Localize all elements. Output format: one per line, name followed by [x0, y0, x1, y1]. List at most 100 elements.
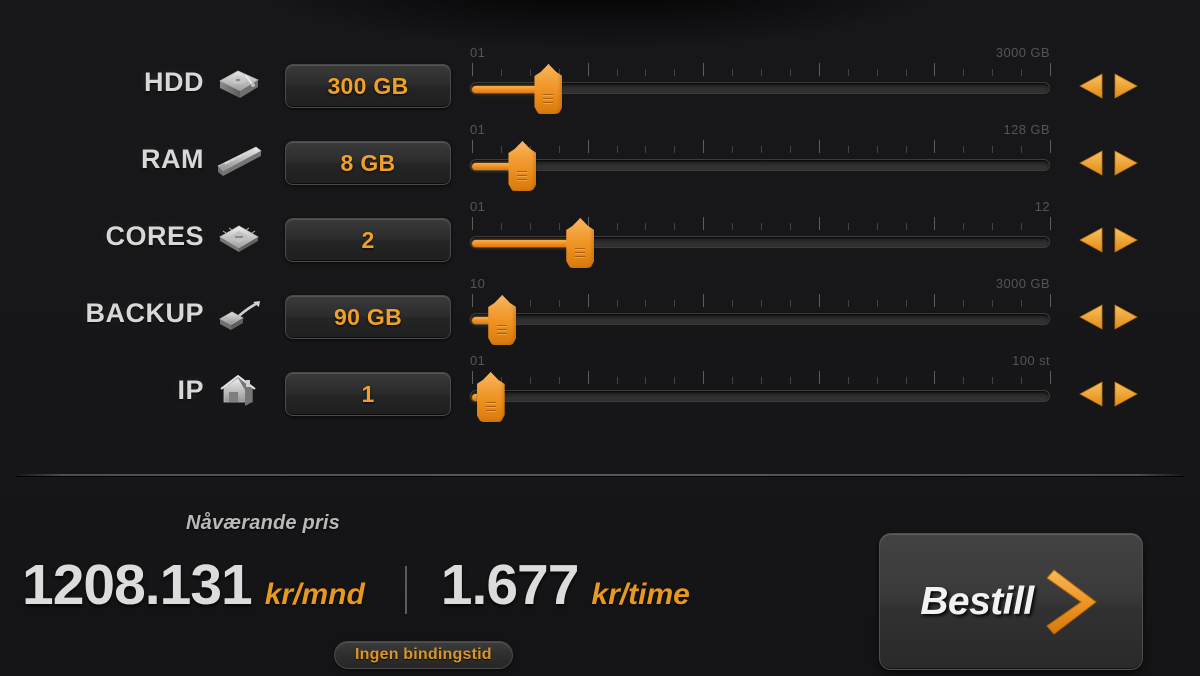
slider-handle-grip: [575, 248, 586, 260]
slider-tick: [645, 223, 647, 230]
slider-tick: [963, 146, 965, 153]
config-value-text: 8 GB: [340, 149, 396, 176]
slider-tick: [674, 69, 676, 76]
slider-tick: [558, 223, 560, 230]
slider-tick: [761, 146, 762, 153]
config-value-box-cores[interactable]: 2: [285, 218, 451, 262]
arrow-left-icon[interactable]: [1078, 378, 1106, 410]
price-summary: 1208.131 kr/mnd 1.677 kr/time: [22, 552, 822, 628]
slider-tick: [905, 146, 907, 153]
slider-handle-grip: [497, 325, 508, 337]
slider-tick: [847, 223, 849, 230]
arrow-right-icon[interactable]: [1111, 70, 1139, 102]
slider-tick: [992, 300, 994, 307]
config-row-label-group: BACKUP: [0, 275, 270, 352]
slider-tick: [674, 223, 676, 230]
slider-tick: [1021, 69, 1023, 76]
arrow-right-icon[interactable]: [1111, 378, 1139, 410]
config-row-label-group: HDD: [0, 44, 270, 121]
slider-tick: [732, 223, 734, 230]
price-hourly-unit: kr/time: [591, 578, 690, 611]
config-row-label: RAM: [141, 144, 204, 174]
slider-tick: [876, 69, 878, 76]
config-value-box-hdd[interactable]: 300 GB: [285, 64, 451, 108]
arrow-left-icon[interactable]: [1078, 147, 1106, 179]
slider-track[interactable]: [470, 313, 1050, 325]
slider-tick-marks: [472, 371, 1051, 384]
no-binding-badge: Ingen bindingstid: [334, 641, 513, 669]
config-row-hdd: HDD 300 GB 01 3000 GB: [0, 44, 1200, 121]
slider-tick: [558, 300, 560, 307]
section-divider: [16, 474, 1184, 476]
stepper-arrows: [1078, 222, 1144, 258]
slider-scale-min: 01: [470, 45, 486, 60]
slider-handle[interactable]: [476, 372, 505, 422]
slider-tick: [847, 146, 849, 153]
slider-scale-max: 12: [1034, 199, 1050, 214]
slider-tick-marks: [472, 217, 1051, 230]
slider-track[interactable]: [470, 159, 1050, 171]
slider-tick: [847, 69, 849, 76]
slider-tick: [472, 294, 473, 307]
arrow-left-icon[interactable]: [1078, 301, 1106, 333]
slider-tick: [818, 371, 820, 384]
slider-tick: [472, 140, 473, 153]
server-configurator: HDD 300 GB 01 3000 GB RAM 8 GB 01 128 GB…: [0, 0, 1200, 676]
slider-tick: [818, 63, 820, 76]
slider-track[interactable]: [470, 390, 1050, 402]
slider-tick: [732, 377, 734, 384]
config-value-box-ram[interactable]: 8 GB: [285, 141, 451, 185]
slider-tick: [789, 223, 791, 230]
slider-tick: [761, 69, 762, 76]
slider-tick: [847, 300, 849, 307]
slider-tick-marks: [472, 140, 1051, 153]
slider-backup: 10 3000 GB: [470, 275, 1056, 352]
price-monthly-unit: kr/mnd: [264, 578, 365, 611]
slider-cores: 01 12: [470, 198, 1056, 275]
chevron-right-icon: [1046, 566, 1102, 638]
config-rows: HDD 300 GB 01 3000 GB RAM 8 GB 01 128 GB…: [0, 44, 1200, 429]
slider-handle[interactable]: [534, 64, 563, 114]
slider-tick: [992, 146, 994, 153]
slider-fill: [472, 163, 513, 170]
memory-module-icon: [216, 139, 262, 181]
slider-tick: [529, 300, 531, 307]
slider-handle[interactable]: [566, 218, 595, 268]
order-button[interactable]: Bestill: [879, 533, 1143, 670]
slider-tick: [558, 377, 560, 384]
slider-ram: 01 128 GB: [470, 121, 1056, 198]
slider-tick: [1021, 300, 1023, 307]
config-value-text: 90 GB: [334, 303, 402, 330]
slider-tick: [703, 371, 705, 384]
slider-tick: [905, 69, 907, 76]
slider-tick: [761, 377, 762, 384]
slider-handle-body: [566, 218, 595, 268]
slider-tick: [1021, 146, 1023, 153]
slider-tick: [587, 140, 589, 153]
arrow-left-icon[interactable]: [1078, 224, 1106, 256]
slider-tick: [472, 371, 473, 384]
slider-handle[interactable]: [488, 295, 517, 345]
slider-tick: [500, 223, 502, 230]
arrow-right-icon[interactable]: [1111, 147, 1139, 179]
config-value-box-ip[interactable]: 1: [285, 372, 451, 416]
slider-tick: [847, 377, 849, 384]
config-value-text: 1: [361, 380, 375, 407]
config-value-box-backup[interactable]: 90 GB: [285, 295, 451, 339]
arrow-right-icon[interactable]: [1111, 224, 1139, 256]
slider-tick: [472, 63, 473, 76]
config-row-label: IP: [177, 375, 204, 405]
slider-track[interactable]: [470, 236, 1050, 248]
arrow-left-icon[interactable]: [1078, 70, 1106, 102]
stepper-arrows: [1078, 145, 1144, 181]
slider-tick: [789, 69, 791, 76]
slider-tick: [934, 140, 936, 153]
backup-drive-icon: [216, 293, 262, 335]
config-row-label-group: RAM: [0, 121, 270, 198]
arrow-right-icon[interactable]: [1111, 301, 1139, 333]
slider-handle[interactable]: [508, 141, 537, 191]
slider-tick: [616, 146, 618, 153]
slider-tick: [674, 377, 676, 384]
slider-tick: [616, 300, 618, 307]
price-caption: Nåværande pris: [186, 512, 340, 534]
